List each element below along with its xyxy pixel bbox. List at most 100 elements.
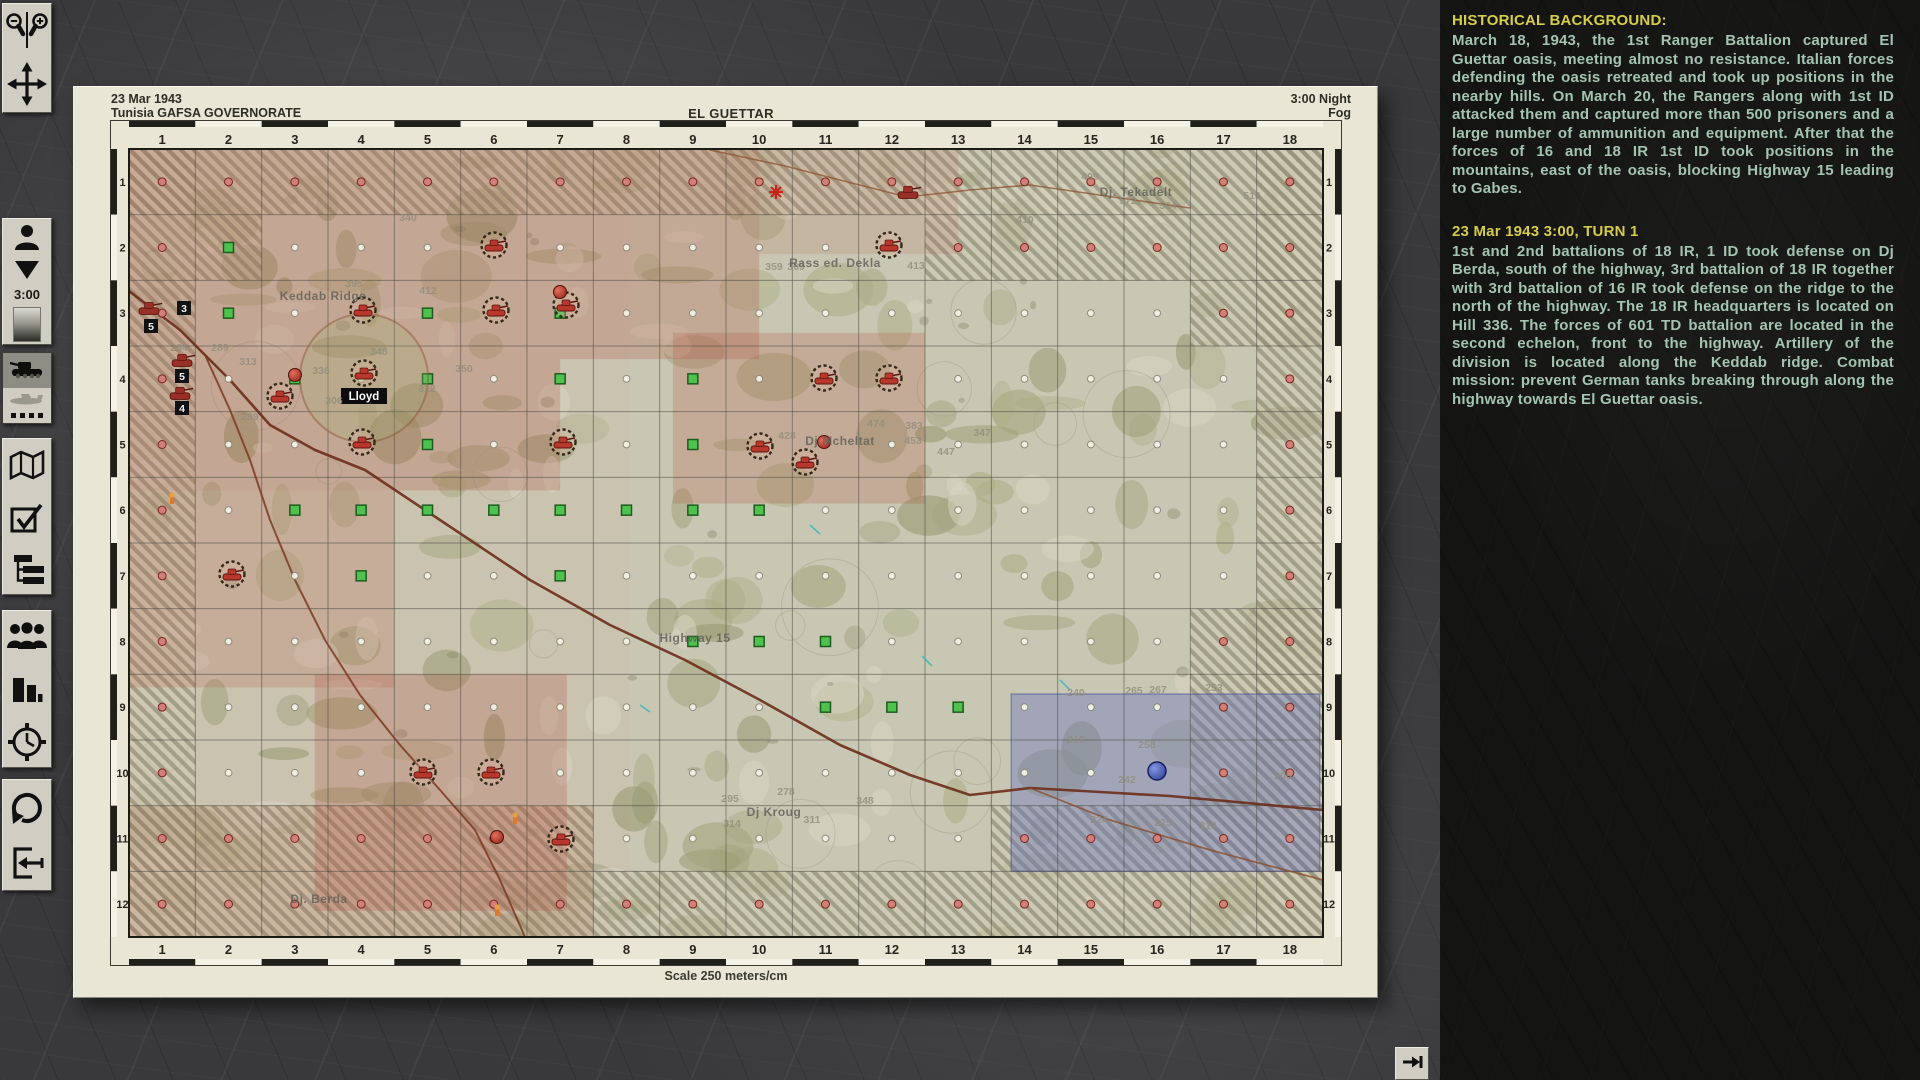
map-scale-label: Scale 250 meters/cm [110,969,1342,983]
svg-text:295: 295 [721,793,739,805]
svg-text:289: 289 [211,342,229,354]
svg-text:14: 14 [1017,132,1032,147]
svg-text:4: 4 [179,403,185,415]
time-settings-button[interactable] [3,715,51,769]
map-weather: Fog [1328,106,1351,120]
svg-text:12: 12 [116,899,128,911]
tactical-map[interactable]: 1122334455667788991010111112121313141415… [110,120,1342,966]
svg-text:311: 311 [804,814,821,826]
svg-text:7: 7 [557,132,564,147]
svg-text:16: 16 [1150,132,1164,147]
map-title: EL GUETTAR [111,106,1351,121]
svg-text:278: 278 [777,786,795,798]
svg-text:504: 504 [1159,200,1177,212]
exit-button[interactable] [3,836,51,890]
svg-text:258: 258 [1138,739,1156,751]
svg-text:348: 348 [370,346,388,358]
svg-text:17: 17 [1216,132,1230,147]
svg-text:499: 499 [1081,171,1099,183]
svg-text:5: 5 [424,942,431,957]
svg-text:6: 6 [490,132,497,147]
restart-button[interactable] [3,780,51,836]
briefing-title: HISTORICAL BACKGROUND: [1452,12,1894,29]
toolbar-panel-command: 3:00 [2,218,52,345]
tasks-button[interactable] [3,491,51,544]
svg-text:410: 410 [1016,214,1034,226]
svg-text:11: 11 [819,132,833,147]
personnel-button[interactable] [3,611,51,661]
end-turn-button[interactable] [1395,1047,1429,1080]
svg-text:242: 242 [1118,774,1136,786]
checkbox-check-icon [9,502,45,534]
ground-units-tab[interactable] [3,353,51,388]
toolbar-panel-view [2,3,52,113]
svg-text:13: 13 [951,132,965,147]
map-view-button[interactable] [3,439,51,491]
svg-text:265: 265 [1125,685,1143,697]
svg-text:264: 264 [170,342,188,354]
svg-text:9: 9 [1326,702,1332,714]
svg-text:240: 240 [1067,687,1085,699]
down-triangle-icon [12,259,42,281]
air-units-tab[interactable] [3,388,51,423]
turn-body: 1st and 2nd battalions of 18 IR, 1 ID to… [1452,243,1894,410]
svg-text:453: 453 [904,435,922,447]
svg-text:9: 9 [689,132,696,147]
people-group-icon [6,622,48,650]
svg-text:314: 314 [723,818,741,830]
airplane-icon [7,393,47,412]
statistics-button[interactable] [3,661,51,715]
magnifier-zoom-icon [4,10,50,50]
svg-text:5: 5 [119,440,125,452]
briefing-panel: HISTORICAL BACKGROUND: March 18, 1943, t… [1440,0,1920,1080]
svg-text:359: 359 [765,261,783,273]
svg-text:9: 9 [119,702,125,714]
svg-text:Highway 15: Highway 15 [659,631,730,645]
svg-text:3: 3 [181,303,187,315]
pan-arrows-icon [6,61,48,107]
zoom-tool-button[interactable] [3,4,51,56]
svg-text:225: 225 [1154,817,1172,829]
svg-text:447: 447 [937,446,955,458]
svg-text:8: 8 [623,132,630,147]
svg-text:4: 4 [1326,374,1333,386]
svg-text:6: 6 [119,505,125,517]
svg-text:3: 3 [1326,308,1332,320]
svg-text:11: 11 [1323,834,1335,846]
deploy-button[interactable] [3,255,51,285]
svg-text:2: 2 [1326,243,1332,255]
svg-text:3: 3 [291,942,298,957]
time-value: 3:00 [14,287,40,302]
svg-text:350: 350 [455,363,473,375]
turn-title: 23 Mar 1943 3:00, TURN 1 [1452,223,1894,240]
svg-text:15: 15 [1084,942,1098,957]
svg-text:9: 9 [689,942,696,957]
commander-button[interactable] [3,219,51,255]
org-structure-button[interactable] [3,544,51,596]
svg-text:219: 219 [1199,820,1217,832]
pan-tool-button[interactable] [3,56,51,112]
svg-text:5: 5 [1326,440,1332,452]
svg-text:4: 4 [358,132,366,147]
svg-text:1: 1 [159,132,166,147]
tank-icon [9,356,45,385]
briefing-section: HISTORICAL BACKGROUND: March 18, 1943, t… [1452,12,1894,199]
clock-icon [7,722,47,762]
svg-text:10: 10 [752,132,766,147]
svg-text:224: 224 [1090,814,1108,826]
svg-text:8: 8 [1326,637,1332,649]
svg-text:4: 4 [358,942,366,957]
svg-text:205: 205 [1274,770,1292,782]
game-screen: { "window": { "header": { "date": "23 Ma… [0,0,1920,1080]
map-header: 23 Mar 1943Tunisia GAFSA GOVERNORATE EL … [111,93,1351,121]
svg-text:11: 11 [117,834,129,846]
svg-text:306: 306 [325,395,343,407]
svg-text:7: 7 [119,571,125,583]
svg-text:253: 253 [1205,682,1223,694]
air-slot-squares [11,413,43,418]
svg-text:15: 15 [1084,132,1098,147]
svg-text:510: 510 [1243,190,1261,202]
svg-text:289: 289 [241,411,259,423]
svg-text:1: 1 [159,942,166,957]
svg-text:17: 17 [1216,942,1230,957]
